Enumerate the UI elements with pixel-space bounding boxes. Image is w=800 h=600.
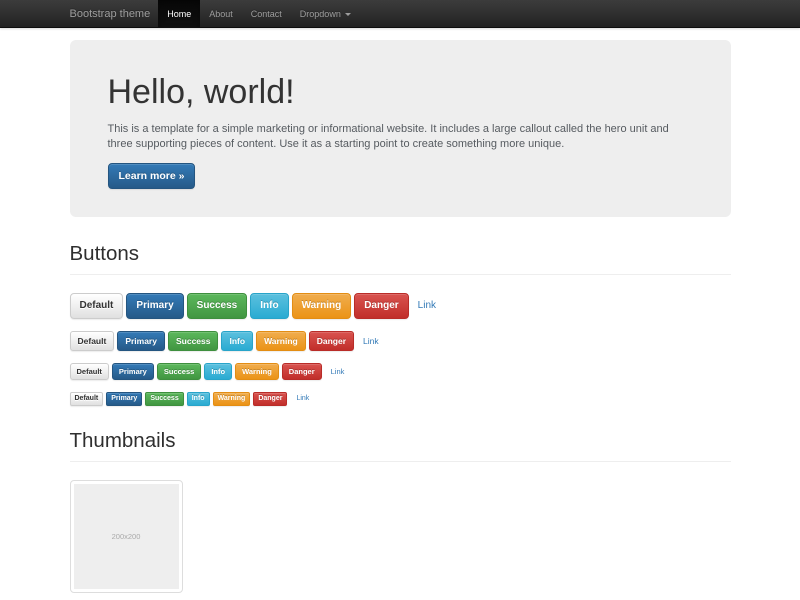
nav-item-dropdown[interactable]: Dropdown [291, 0, 360, 28]
button-warning-lg[interactable]: Warning [292, 293, 352, 319]
button-success-lg[interactable]: Success [187, 293, 248, 319]
button-default-sm[interactable]: Default [70, 363, 109, 380]
button-danger-sm[interactable]: Danger [282, 363, 322, 380]
button-default-xs[interactable]: Default [70, 392, 104, 406]
button-primary-xs[interactable]: Primary [106, 392, 142, 406]
nav-item-home[interactable]: Home [158, 0, 200, 28]
button-success-xs[interactable]: Success [145, 392, 183, 406]
button-default-lg[interactable]: Default [70, 293, 124, 319]
thumbnail-item[interactable]: 200x200 [70, 480, 183, 593]
button-toolbar-large: Default Primary Success Info Warning Dan… [70, 293, 731, 319]
button-success-sm[interactable]: Success [157, 363, 201, 380]
button-info-xs[interactable]: Info [187, 392, 210, 406]
button-info-sm[interactable]: Info [204, 363, 232, 380]
button-toolbar-small: Default Primary Success Info Warning Dan… [70, 363, 731, 380]
button-link-xs[interactable]: Link [296, 395, 309, 402]
button-warning-md[interactable]: Warning [256, 331, 306, 351]
button-danger-md[interactable]: Danger [309, 331, 354, 351]
button-link-md[interactable]: Link [363, 336, 379, 346]
button-primary-lg[interactable]: Primary [126, 293, 183, 319]
nav-dropdown-label: Dropdown [300, 9, 341, 19]
main-container: Hello, world! This is a template for a s… [70, 40, 731, 593]
learn-more-button[interactable]: Learn more » [108, 163, 196, 189]
button-danger-lg[interactable]: Danger [354, 293, 408, 319]
button-warning-sm[interactable]: Warning [235, 363, 279, 380]
buttons-section-heading: Buttons [70, 243, 731, 275]
button-toolbar-extra-small: Default Primary Success Info Warning Dan… [70, 392, 731, 406]
hero-title: Hello, world! [108, 74, 693, 110]
nav-item-about[interactable]: About [200, 0, 242, 28]
hero-unit: Hello, world! This is a template for a s… [70, 40, 731, 217]
button-success-md[interactable]: Success [168, 331, 219, 351]
button-danger-xs[interactable]: Danger [253, 392, 287, 406]
hero-description: This is a template for a simple marketin… [108, 122, 693, 153]
button-link-lg[interactable]: Link [418, 300, 436, 311]
button-primary-md[interactable]: Primary [117, 331, 165, 351]
navbar-brand[interactable]: Bootstrap theme [70, 0, 151, 28]
button-info-lg[interactable]: Info [250, 293, 288, 319]
thumbnails-section-heading: Thumbnails [70, 430, 731, 462]
button-primary-sm[interactable]: Primary [112, 363, 154, 380]
caret-down-icon [345, 13, 351, 16]
navbar-nav: Home About Contact Dropdown [158, 0, 360, 28]
button-info-md[interactable]: Info [221, 331, 253, 351]
placeholder-image: 200x200 [74, 484, 179, 589]
button-link-sm[interactable]: Link [331, 367, 345, 376]
button-warning-xs[interactable]: Warning [213, 392, 251, 406]
button-default-md[interactable]: Default [70, 331, 115, 351]
navbar: Bootstrap theme Home About Contact Dropd… [0, 0, 800, 28]
nav-item-contact[interactable]: Contact [242, 0, 291, 28]
button-toolbar-default: Default Primary Success Info Warning Dan… [70, 331, 731, 351]
navbar-inner: Bootstrap theme Home About Contact Dropd… [70, 0, 731, 28]
